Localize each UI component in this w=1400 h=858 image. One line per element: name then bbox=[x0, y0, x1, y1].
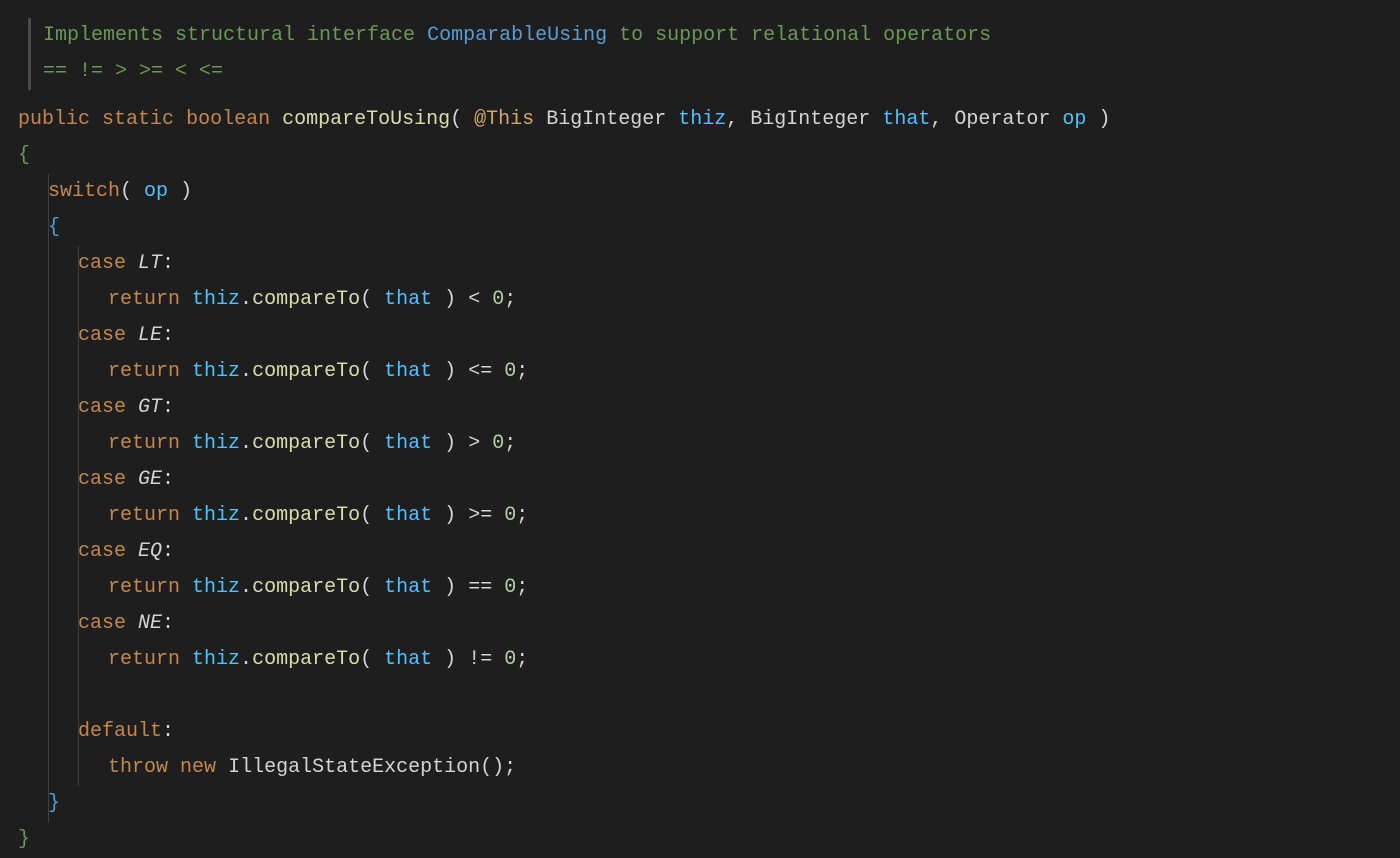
return-statement: return thiz.compareTo( that ) >= 0; bbox=[18, 498, 1382, 534]
return-statement: return thiz.compareTo( that ) < 0; bbox=[18, 282, 1382, 318]
open-brace: { bbox=[18, 138, 1382, 174]
close-brace: } bbox=[18, 822, 1382, 858]
case-label: case LT: bbox=[18, 246, 1382, 282]
comment-line-2: == != > >= < <= bbox=[43, 54, 1382, 90]
case-label: case LE: bbox=[18, 318, 1382, 354]
code-editor[interactable]: Implements structural interface Comparab… bbox=[18, 18, 1382, 858]
switch-statement: switch( op ) bbox=[18, 174, 1382, 210]
comment-line-1: Implements structural interface Comparab… bbox=[43, 18, 1382, 54]
case-label: case GT: bbox=[18, 390, 1382, 426]
switch-close-brace: } bbox=[18, 786, 1382, 822]
throw-statement: throw new IllegalStateException(); bbox=[18, 750, 1382, 786]
case-label: case NE: bbox=[18, 606, 1382, 642]
default-case: default: bbox=[18, 714, 1382, 750]
doc-comment: Implements structural interface Comparab… bbox=[28, 18, 1382, 90]
return-statement: return thiz.compareTo( that ) != 0; bbox=[18, 642, 1382, 678]
return-statement: return thiz.compareTo( that ) <= 0; bbox=[18, 354, 1382, 390]
method-signature: public static boolean compareToUsing( @T… bbox=[18, 102, 1382, 138]
return-statement: return thiz.compareTo( that ) > 0; bbox=[18, 426, 1382, 462]
switch-open-brace: { bbox=[18, 210, 1382, 246]
return-statement: return thiz.compareTo( that ) == 0; bbox=[18, 570, 1382, 606]
case-label: case EQ: bbox=[18, 534, 1382, 570]
case-label: case GE: bbox=[18, 462, 1382, 498]
blank-line bbox=[18, 678, 1382, 714]
